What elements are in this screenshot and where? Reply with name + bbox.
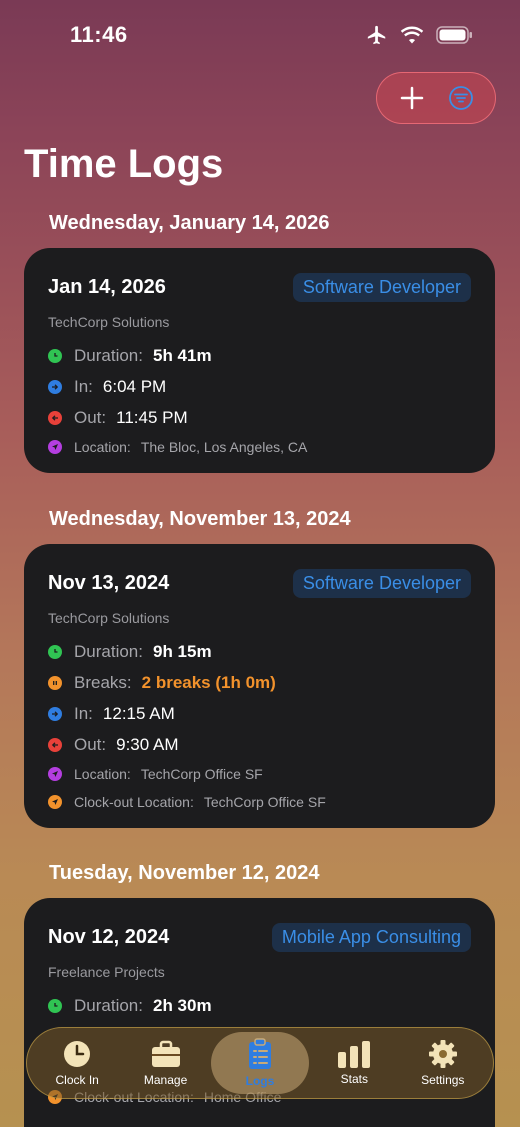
card-date: Nov 13, 2024 — [48, 571, 170, 594]
duration-value: 2h 30m — [152, 995, 212, 1015]
clockout-location-label: Clock-out Location: — [74, 794, 194, 810]
location-arrow-icon — [48, 440, 62, 454]
plus-icon — [400, 86, 423, 110]
clipboard-icon — [248, 1038, 271, 1069]
arrow-left-icon — [48, 410, 62, 425]
company-name: TechCorp Solutions — [48, 610, 170, 626]
in-label: In: — [74, 376, 93, 396]
tab-bar: Clock In Manage Logs Stats Settings — [26, 1027, 494, 1099]
in-value: 12:15 AM — [102, 703, 175, 723]
duration-value: 9h 15m — [152, 641, 212, 661]
tab-manage[interactable]: Manage — [123, 1032, 209, 1094]
out-value: 11:45 PM — [116, 407, 188, 427]
company-name: Freelance Projects — [48, 964, 165, 980]
tab-label: Settings — [421, 1073, 465, 1087]
clock-icon — [48, 348, 62, 363]
clock-out-row: Out: 9:30 AM — [48, 729, 471, 760]
breaks-label: Breaks: — [74, 672, 132, 692]
location-label: Location: — [74, 766, 131, 782]
add-button[interactable] — [392, 78, 432, 118]
gear-icon — [428, 1040, 457, 1068]
duration-label: Duration: — [74, 641, 143, 661]
in-label: In: — [74, 703, 93, 723]
location-arrow-icon — [48, 767, 62, 781]
clock-icon — [48, 998, 62, 1013]
day-header: Wednesday, January 14, 2026 — [49, 212, 330, 234]
duration-label: Duration: — [74, 995, 143, 1015]
location-row: Location: The Bloc, Los Angeles, CA — [48, 433, 471, 461]
page-title: Time Logs — [24, 142, 224, 186]
card-date: Jan 14, 2026 — [48, 275, 166, 298]
time-log-card[interactable]: Nov 13, 2024 Software Developer TechCorp… — [24, 544, 495, 828]
company-name: TechCorp Solutions — [48, 314, 170, 330]
breaks-row: Breaks: 2 breaks (1h 0m) — [48, 667, 471, 698]
card-date: Nov 12, 2024 — [48, 925, 170, 948]
tab-label: Manage — [143, 1073, 188, 1087]
job-badge: Mobile App Consulting — [271, 922, 471, 952]
arrow-right-icon — [48, 706, 62, 721]
duration-row: Duration: 5h 41m — [48, 340, 471, 371]
clock-out-row: Out: 11:45 PM — [48, 402, 471, 433]
location-value: The Bloc, Los Angeles, CA — [140, 439, 308, 455]
clockout-location-row: Clock-out Location: TechCorp Office SF — [48, 788, 471, 816]
location-value: TechCorp Office SF — [140, 766, 263, 782]
bar-chart-icon — [338, 1041, 371, 1068]
duration-row: Duration: 9h 15m — [48, 636, 471, 667]
filter-button[interactable] — [441, 78, 481, 118]
status-time: 11:46 — [70, 22, 128, 47]
out-value: 9:30 AM — [116, 734, 179, 754]
duration-label: Duration: — [74, 345, 143, 365]
airplane-icon — [367, 25, 386, 45]
in-value: 6:04 PM — [102, 376, 167, 396]
clock-icon — [64, 1041, 91, 1067]
tab-settings[interactable]: Settings — [400, 1032, 486, 1094]
tab-label: Logs — [245, 1074, 275, 1088]
location-row: Location: TechCorp Office SF — [48, 760, 471, 788]
briefcase-icon — [151, 1040, 180, 1067]
tab-label: Stats — [340, 1072, 369, 1086]
pause-icon — [48, 675, 62, 690]
tab-stats[interactable]: Stats — [311, 1032, 397, 1094]
status-bar: 11:46 — [0, 0, 520, 70]
clockout-location-value: TechCorp Office SF — [203, 794, 326, 810]
header-actions — [376, 72, 496, 124]
arrow-left-icon — [48, 737, 62, 752]
job-badge: Software Developer — [292, 272, 471, 302]
out-label: Out: — [74, 734, 107, 754]
clock-in-row: In: 12:15 AM — [48, 698, 471, 729]
filter-icon — [448, 86, 473, 110]
tab-label: Clock In — [55, 1073, 99, 1087]
time-log-card[interactable]: Jan 14, 2026 Software Developer TechCorp… — [24, 248, 495, 473]
job-badge: Software Developer — [292, 568, 471, 598]
out-label: Out: — [74, 407, 107, 427]
clock-icon — [48, 644, 62, 659]
duration-value: 5h 41m — [152, 345, 212, 365]
arrow-right-icon — [48, 379, 62, 394]
day-header: Tuesday, November 12, 2024 — [49, 862, 320, 884]
tab-logs[interactable]: Logs — [210, 1032, 309, 1094]
clock-in-row: In: 6:04 PM — [48, 371, 471, 402]
duration-row: Duration: 2h 30m — [48, 990, 471, 1021]
location-arrow-icon — [48, 795, 62, 809]
status-icons — [366, 24, 474, 46]
breaks-value: 2 breaks (1h 0m) — [141, 672, 276, 692]
day-header: Wednesday, November 13, 2024 — [49, 508, 351, 530]
tab-clock-in[interactable]: Clock In — [34, 1032, 120, 1094]
location-label: Location: — [74, 439, 131, 455]
wifi-icon — [400, 26, 424, 44]
battery-icon — [436, 26, 472, 44]
